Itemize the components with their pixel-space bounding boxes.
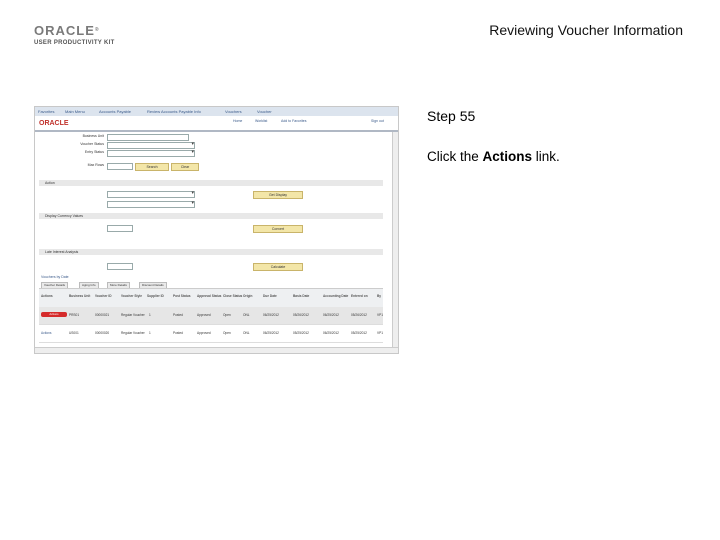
cell: 05/26/2012	[351, 313, 367, 317]
cell: 05/25/2012	[351, 331, 367, 335]
cell: Regular Voucher	[121, 331, 145, 335]
column-header: By	[377, 294, 382, 298]
favorites-link[interactable]: Add to Favorites	[281, 119, 306, 123]
cell: Open	[223, 313, 231, 317]
cell: 06/25/2012	[263, 331, 279, 335]
instruction-suffix: link.	[532, 149, 560, 164]
column-header: Approval Status	[197, 294, 222, 298]
column-header: Entered on	[351, 294, 368, 298]
grid-title: Vouchers by Date	[41, 275, 69, 279]
cell: Approved	[197, 331, 211, 335]
cell: Open	[223, 331, 231, 335]
vertical-scrollbar[interactable]	[392, 132, 398, 347]
nav-item[interactable]: Main Menu	[65, 109, 85, 114]
home-link[interactable]: Home	[233, 119, 242, 123]
cell: Regular Voucher	[121, 313, 145, 317]
cell: Posted	[173, 331, 183, 335]
application-screenshot: Favorites Main Menu Accounts Payable Rev…	[34, 106, 399, 354]
column-header: Business Unit	[69, 294, 91, 298]
actions-link[interactable]: Actions	[41, 331, 51, 335]
table-header: Actions Business Unit Voucher ID Voucher…	[39, 288, 383, 308]
instruction-target: Actions	[482, 149, 533, 164]
section-display-currency[interactable]: Display Currency Values	[39, 213, 383, 219]
cell: 06/25/2012	[263, 313, 279, 317]
cell: Posted	[173, 313, 183, 317]
section-late-interest[interactable]: Late Interest Analysis	[39, 249, 383, 255]
cell: ONL	[243, 313, 250, 317]
column-header: Close Status	[223, 294, 243, 298]
max-rows-input[interactable]	[107, 163, 133, 170]
clear-button[interactable]: Clear	[171, 163, 199, 171]
logo-reg: ®	[94, 27, 100, 33]
cell[interactable]: 00000021	[95, 313, 109, 317]
breadcrumb-bar: Favorites Main Menu Accounts Payable Rev…	[35, 107, 398, 116]
column-header: Post Status	[173, 294, 191, 298]
cell: 05/25/2012	[293, 331, 309, 335]
convert-button[interactable]: Convert	[253, 225, 303, 233]
app-header: ORACLE Home Worklist Add to Favorites Si…	[35, 116, 398, 132]
column-header: Due Date	[263, 294, 277, 298]
cell: 06/25/2012	[323, 313, 339, 317]
calculate-button[interactable]: Calculate	[253, 263, 303, 271]
nav-item[interactable]: Accounts Payable	[99, 109, 131, 114]
table-row: Actions US001 00000020 Regular Voucher 1…	[39, 325, 383, 343]
field-label: Voucher Status	[80, 142, 104, 146]
column-header: Origin	[243, 294, 253, 298]
sign-out-link[interactable]: Sign out	[371, 119, 384, 123]
actions-link[interactable]: Actions	[41, 312, 67, 317]
nav-item[interactable]: Vouchers	[225, 109, 242, 114]
nav-item[interactable]: Favorites	[38, 109, 54, 114]
column-header: Voucher Style	[121, 294, 143, 298]
table-row: Actions PRS01 00000021 Regular Voucher 1…	[39, 307, 383, 325]
nav-item[interactable]: Review Accounts Payable Info	[147, 109, 201, 114]
business-unit-input[interactable]	[107, 134, 189, 141]
cell: 05/26/2012	[293, 313, 309, 317]
horizontal-scrollbar[interactable]	[35, 347, 398, 353]
column-header: Actions	[41, 294, 53, 298]
cell: 1	[149, 313, 151, 317]
logo-subtitle: USER PRODUCTIVITY KIT	[34, 40, 115, 46]
field-label: Max Rows	[87, 163, 104, 167]
cell: Approved	[197, 313, 211, 317]
column-header: Supplier ID	[147, 294, 164, 298]
cell: PRS01	[69, 313, 80, 317]
cell[interactable]: 00000020	[95, 331, 109, 335]
column-header: Accounting Date	[323, 294, 349, 298]
app-oracle-logo: ORACLE	[39, 120, 69, 127]
field-label: Entry Status	[84, 150, 104, 154]
step-label: Step 55	[427, 108, 476, 124]
action-by-select[interactable]	[107, 200, 195, 208]
cell: VP1	[377, 313, 384, 317]
nav-item[interactable]: Voucher	[257, 109, 272, 114]
instruction-prefix: Click the	[427, 149, 483, 164]
voucher-status-select[interactable]	[107, 141, 195, 149]
analysis-date-input[interactable]	[107, 263, 133, 270]
page-title: Reviewing Voucher Information	[489, 22, 683, 38]
search-button[interactable]: Search	[135, 163, 169, 171]
entry-status-select[interactable]	[107, 149, 195, 157]
logo-brand: ORACLE	[34, 23, 95, 38]
currency-input[interactable]	[107, 225, 133, 232]
section-action[interactable]: Action	[39, 180, 383, 186]
oracle-upk-logo: ORACLE® USER PRODUCTIVITY KIT	[34, 24, 124, 46]
worklist-link[interactable]: Worklist	[255, 119, 267, 123]
cell: 06/25/2012	[323, 331, 339, 335]
cell: ONL	[243, 331, 250, 335]
grid-header: Vouchers by Date	[39, 273, 383, 281]
cell: 1	[149, 331, 151, 335]
column-header: Voucher ID	[95, 294, 112, 298]
cell: VP1	[377, 331, 384, 335]
action-select[interactable]	[107, 190, 195, 198]
column-header: Basis Date	[293, 294, 310, 298]
instruction-text: Click the Actions link.	[427, 149, 560, 164]
cell: US001	[69, 331, 79, 335]
get-display-button[interactable]: Get Display	[253, 191, 303, 199]
field-label: Business Unit	[82, 134, 104, 138]
